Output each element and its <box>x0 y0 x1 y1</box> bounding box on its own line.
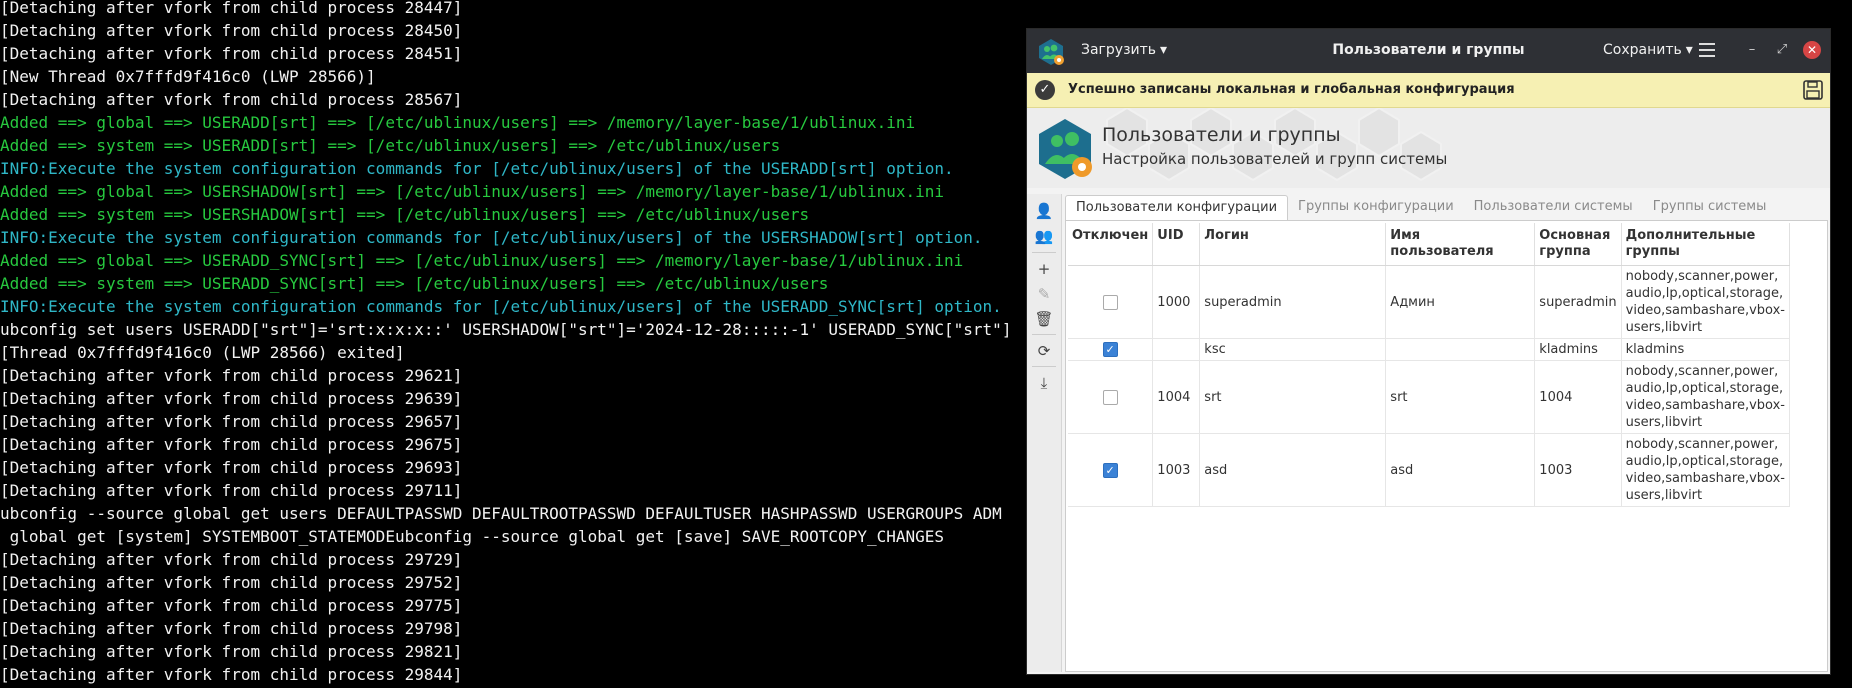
users-groups-window: Загрузить ▾ Пользователи и группы Сохран… <box>1026 28 1831 675</box>
column-header-main-group[interactable]: Основная группа <box>1534 223 1622 266</box>
disabled-checkbox[interactable]: ✓ <box>1102 342 1118 357</box>
close-button[interactable]: ✕ <box>1803 41 1821 59</box>
login-cell: ksc <box>1199 338 1387 361</box>
table-row[interactable]: ✓ 1003 asd asd 1003 nobody,scanner,power, aud… <box>1068 433 1790 507</box>
minimize-button[interactable]: – <box>1743 41 1761 59</box>
main-group-cell: superadmin <box>1534 265 1622 339</box>
table-row[interactable]: 1004 srt srt 1004 nobody,scanner,power, audi… <box>1068 360 1790 434</box>
disabled-checkbox[interactable] <box>1102 389 1118 405</box>
terminal-line: [Detaching after vfork from child proces… <box>0 0 463 17</box>
disabled-checkbox[interactable]: ✓ <box>1102 462 1118 478</box>
column-header-name[interactable]: Имя пользователя <box>1385 223 1536 266</box>
table-row[interactable]: 1000 superadmin Админ superadmin nobody,scan… <box>1068 265 1790 339</box>
refresh-icon[interactable]: ⟳ <box>1033 340 1055 362</box>
hamburger-menu-icon[interactable] <box>1699 43 1715 57</box>
name-cell <box>1385 338 1536 361</box>
disabled-cell <box>1068 265 1154 339</box>
uid-cell: 1003 <box>1152 433 1201 507</box>
name-cell: srt <box>1385 360 1536 434</box>
users-table: Отключен UID Логин Имя пользователя Осно… <box>1068 223 1790 507</box>
disabled-checkbox[interactable] <box>1102 294 1118 310</box>
check-circle-icon: ✓ <box>1035 80 1055 100</box>
tab-system-users[interactable]: Пользователи системы <box>1464 195 1643 220</box>
edit-pencil-icon[interactable]: ✎ <box>1033 283 1055 305</box>
save-disk-icon[interactable] <box>1802 79 1824 101</box>
header-subtitle: Настройка пользователей и групп системы <box>1102 150 1448 168</box>
login-cell: superadmin <box>1199 265 1387 339</box>
uid-cell: 1004 <box>1152 360 1201 434</box>
toolbar-divider <box>1032 366 1056 367</box>
column-header-uid[interactable]: UID <box>1152 223 1201 266</box>
toolbar-divider <box>1032 252 1056 253</box>
extra-groups-cell: nobody,scanner,power, audio,lp,optical,s… <box>1621 360 1790 434</box>
page-header: Пользователи и группы Настройка пользова… <box>1027 108 1830 188</box>
extra-groups-cell: nobody,scanner,power, audio,lp,optical,s… <box>1621 433 1790 507</box>
tab-system-groups[interactable]: Группы системы <box>1643 195 1777 220</box>
login-cell: srt <box>1199 360 1387 434</box>
uid-cell <box>1152 338 1201 361</box>
table-row[interactable]: ✓ ksc kladmins kladmins <box>1068 338 1790 361</box>
disabled-cell: ✓ <box>1068 338 1154 361</box>
users-groups-logo-icon <box>1039 119 1092 179</box>
side-toolbar: 👤 👥 + ✎ 🗑 ⟳ ⤓ <box>1027 194 1062 672</box>
uid-cell: 1000 <box>1152 265 1201 339</box>
disabled-cell: ✓ <box>1068 433 1154 507</box>
tab-config-users[interactable]: Пользователи конфигурации <box>1065 195 1289 221</box>
tab-bar: Пользователи конфигурации Группы конфигу… <box>1065 195 1777 221</box>
login-cell: asd <box>1199 433 1387 507</box>
main-group-cell: kladmins <box>1534 338 1622 361</box>
download-icon[interactable]: ⤓ <box>1033 372 1055 394</box>
save-label: Сохранить <box>1603 42 1682 58</box>
notice-message: Успешно записаны локальная и глобальная … <box>1068 82 1515 97</box>
column-header-extra-groups[interactable]: Дополнительные группы <box>1621 223 1790 266</box>
trash-icon[interactable]: 🗑 <box>1033 308 1055 330</box>
column-header-login[interactable]: Логин <box>1199 223 1387 266</box>
save-menu-button[interactable]: Сохранить ▾ <box>1603 42 1693 58</box>
tab-config-groups[interactable]: Группы конфигурации <box>1288 195 1464 220</box>
group-icon[interactable]: 👥 <box>1033 225 1055 247</box>
name-cell: asd <box>1385 433 1536 507</box>
toolbar-divider <box>1032 334 1056 335</box>
name-cell: Админ <box>1385 265 1536 339</box>
add-icon[interactable]: + <box>1033 258 1055 280</box>
users-table-container: Отключен UID Логин Имя пользователя Осно… <box>1065 220 1828 672</box>
extra-groups-cell: nobody,scanner,power, audio,lp,optical,s… <box>1621 265 1790 339</box>
chevron-down-icon: ▾ <box>1685 42 1693 58</box>
disabled-cell <box>1068 360 1154 434</box>
main-group-cell: 1003 <box>1534 433 1622 507</box>
main-group-cell: 1004 <box>1534 360 1622 434</box>
hexagon-pattern-icon <box>1106 108 1442 182</box>
header-title: Пользователи и группы <box>1102 124 1341 146</box>
column-header-disabled[interactable]: Отключен <box>1068 223 1154 266</box>
maximize-button[interactable]: ⤢ <box>1773 41 1791 59</box>
success-notice: ✓ Успешно записаны локальная и глобальна… <box>1027 73 1830 108</box>
user-icon[interactable]: 👤 <box>1033 200 1055 222</box>
titlebar: Загрузить ▾ Пользователи и группы Сохран… <box>1027 29 1830 73</box>
extra-groups-cell: kladmins <box>1621 338 1790 361</box>
